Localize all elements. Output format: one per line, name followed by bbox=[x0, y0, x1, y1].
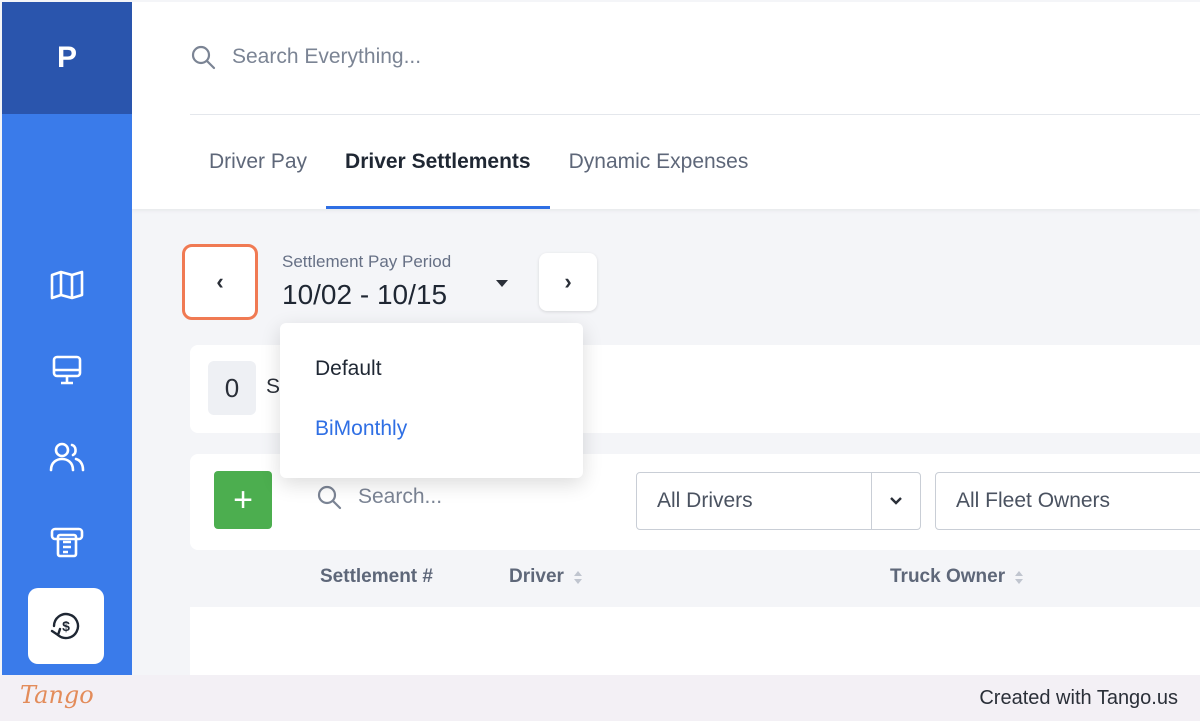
sort-icon[interactable] bbox=[573, 570, 582, 584]
settlement-search-placeholder: Search... bbox=[358, 485, 443, 508]
settlement-icon: $ bbox=[50, 612, 80, 640]
tab-driver-settlements[interactable]: Driver Settlements bbox=[326, 132, 550, 209]
chevron-down-icon[interactable] bbox=[871, 473, 920, 529]
sidebar: P $ bbox=[2, 2, 132, 675]
tango-logo: Tango bbox=[20, 681, 94, 709]
pay-period-label: Settlement Pay Period bbox=[282, 252, 452, 271]
drivers-filter-select[interactable]: All Drivers bbox=[636, 472, 921, 530]
svg-text:$: $ bbox=[62, 618, 70, 634]
global-search-placeholder: Search Everything... bbox=[232, 45, 422, 68]
monitor-icon bbox=[52, 355, 82, 385]
tango-credit: Created with Tango.us bbox=[979, 687, 1178, 709]
header-divider bbox=[190, 114, 1200, 115]
column-header-label: Driver bbox=[509, 566, 564, 587]
receipt-icon bbox=[50, 527, 84, 558]
tab-bar: Driver Pay Driver Settlements Dynamic Ex… bbox=[190, 132, 767, 209]
tab-driver-pay[interactable]: Driver Pay bbox=[190, 132, 326, 209]
search-icon bbox=[317, 485, 342, 510]
column-header-truck-owner[interactable]: Truck Owner bbox=[890, 566, 1024, 588]
users-icon bbox=[49, 442, 85, 472]
sidebar-item-settlements[interactable]: $ bbox=[28, 588, 104, 664]
drivers-filter-value: All Drivers bbox=[657, 489, 753, 512]
column-header-label: Truck Owner bbox=[890, 566, 1006, 587]
sidebar-item-users[interactable] bbox=[42, 432, 92, 482]
fleet-owners-filter-value: All Fleet Owners bbox=[956, 489, 1111, 512]
caret-down-icon[interactable] bbox=[496, 280, 508, 287]
pay-period-dropdown: Default BiMonthly bbox=[280, 323, 583, 478]
settlements-table-body bbox=[190, 607, 1200, 675]
chevron-left-icon: ‹ bbox=[216, 269, 224, 294]
sort-icon[interactable] bbox=[1015, 570, 1024, 584]
pay-period-value[interactable]: 10/02 - 10/15 bbox=[282, 279, 447, 311]
sidebar-item-map[interactable] bbox=[42, 260, 92, 310]
map-icon bbox=[50, 270, 84, 300]
settlement-search-input[interactable]: Search... bbox=[316, 484, 442, 510]
tango-footer: Tango Created with Tango.us bbox=[0, 675, 1200, 721]
settlement-summary-text: S bbox=[266, 375, 281, 398]
prev-period-button[interactable]: ‹ bbox=[182, 244, 258, 320]
tab-dynamic-expenses[interactable]: Dynamic Expenses bbox=[550, 132, 768, 209]
search-icon bbox=[191, 45, 216, 70]
top-header: Search Everything... Driver Pay Driver S… bbox=[132, 2, 1200, 209]
logo-letter: P bbox=[56, 41, 77, 74]
fleet-owners-filter-select[interactable]: All Fleet Owners bbox=[935, 472, 1200, 530]
sidebar-item-dashboard[interactable] bbox=[42, 345, 92, 395]
dropdown-option-default[interactable]: Default bbox=[315, 357, 382, 381]
plus-icon: + bbox=[233, 480, 253, 519]
add-settlement-button[interactable]: + bbox=[214, 471, 272, 529]
dropdown-option-bimonthly[interactable]: BiMonthly bbox=[315, 417, 407, 441]
settlement-count: 0 bbox=[208, 361, 256, 415]
column-header-label: Settlement # bbox=[320, 566, 433, 587]
sidebar-item-billing[interactable] bbox=[42, 517, 92, 567]
column-header-settlement-number[interactable]: Settlement # bbox=[320, 566, 433, 588]
global-search[interactable]: Search Everything... bbox=[190, 32, 1090, 82]
next-period-button[interactable]: › bbox=[539, 253, 597, 311]
column-header-driver[interactable]: Driver bbox=[509, 566, 582, 588]
app-logo[interactable]: P bbox=[2, 2, 132, 114]
chevron-right-icon: › bbox=[564, 269, 572, 294]
